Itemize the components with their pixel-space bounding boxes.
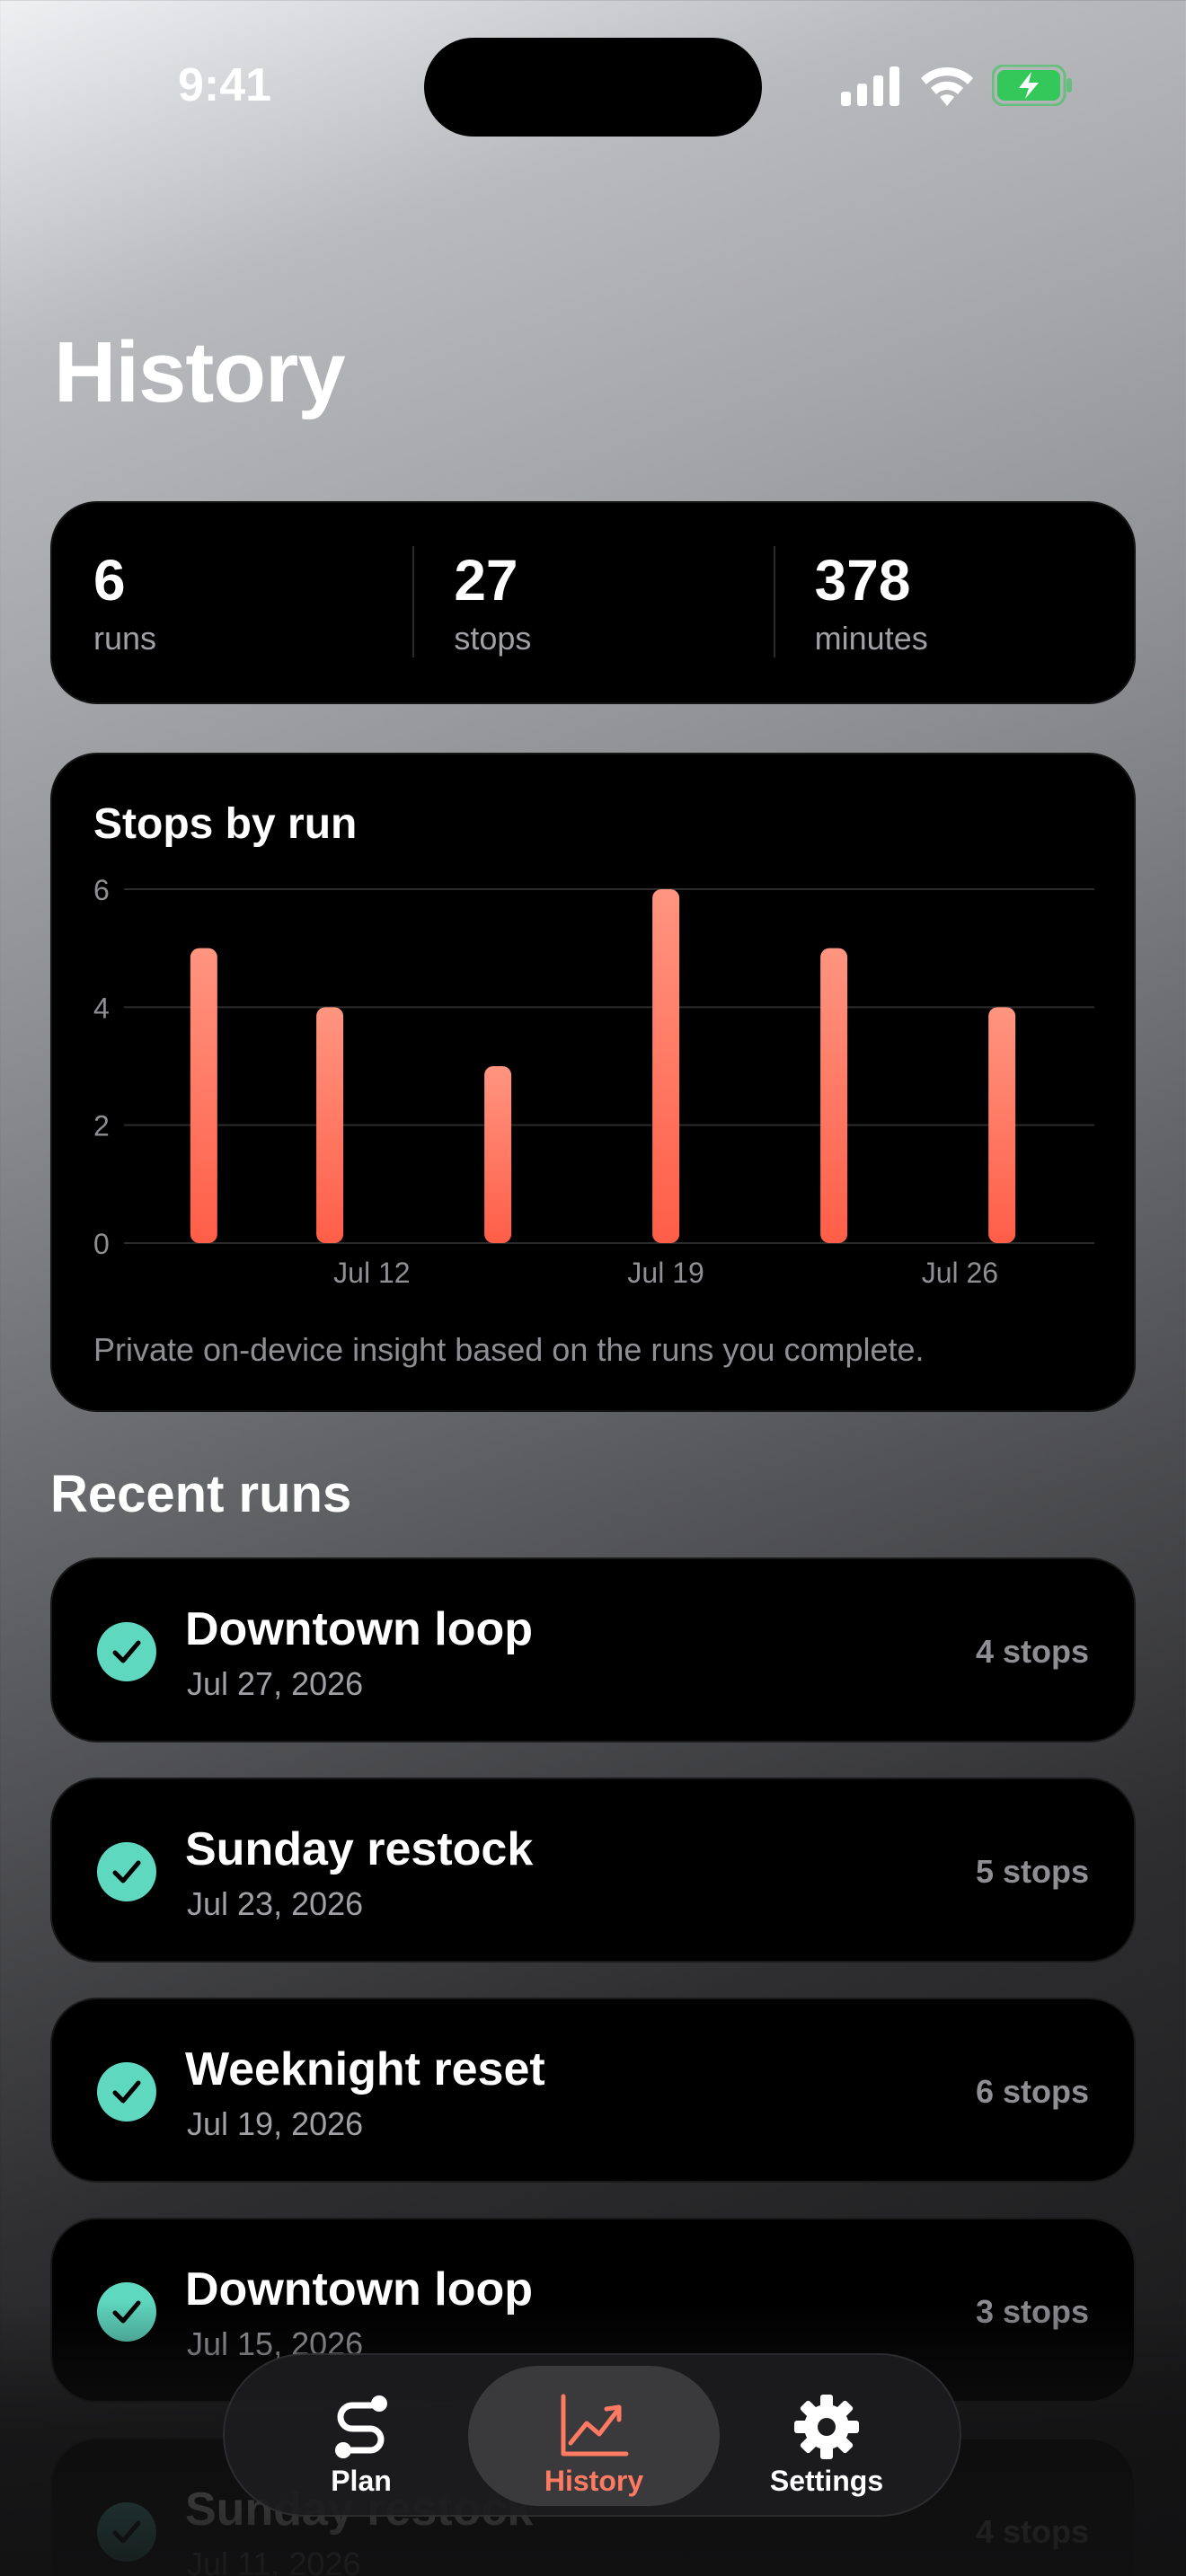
- summary-stops: 27 stops: [412, 503, 773, 702]
- summary-runs: 6 runs: [52, 503, 412, 702]
- battery-charging-icon: [992, 65, 1072, 106]
- gear-icon: [794, 2395, 859, 2459]
- y-tick-label: 0: [93, 1228, 110, 1260]
- run-title: Weeknight reset: [185, 2043, 545, 2095]
- y-tick-label: 6: [93, 874, 110, 906]
- dynamic-island: [424, 38, 762, 137]
- chart-line-icon: [561, 2394, 629, 2457]
- runs-label: runs: [93, 620, 157, 657]
- minutes-count: 378: [814, 548, 911, 613]
- chart-bar: [652, 889, 680, 1243]
- run-list-item[interactable]: Weeknight reset Jul 19, 2026 6 stops: [50, 1998, 1136, 2183]
- chart-bar: [820, 948, 848, 1243]
- run-stops: 3 stops: [975, 2293, 1089, 2330]
- run-stops: 4 stops: [975, 1633, 1089, 1670]
- stops-bar-chart: 0 2 4 6 Jul 12 Jul 19 Jul 26: [93, 874, 1094, 1289]
- run-date: Jul 27, 2026: [187, 1665, 364, 1702]
- checkmark-circle-icon: [97, 2502, 156, 2562]
- run-date: Jul 19, 2026: [187, 2105, 364, 2142]
- y-tick-label: 2: [93, 1110, 110, 1142]
- stops-chart-card: Stops by run 0 2 4 6 Jul 12 Jul 19 Jul 26 Priv…: [50, 753, 1136, 1412]
- tab-plan-label: Plan: [331, 2465, 392, 2497]
- chart-bar: [484, 1066, 512, 1243]
- y-tick-label: 4: [93, 992, 110, 1024]
- summary-card: 6 runs 27 stops 378 minutes: [50, 501, 1136, 704]
- chart-bar: [316, 1007, 344, 1243]
- summary-minutes: 378 minutes: [773, 503, 1134, 702]
- run-stops: 5 stops: [975, 1853, 1089, 1890]
- x-tick-label: Jul 19: [627, 1257, 704, 1289]
- checkmark-circle-icon: [97, 2282, 156, 2342]
- cellular-signal-icon: [841, 66, 899, 106]
- stops-label: stops: [454, 620, 532, 657]
- tab-history-label: History: [544, 2465, 644, 2497]
- stops-count: 27: [454, 548, 518, 613]
- page-title: History: [54, 324, 346, 420]
- run-date: Jul 23, 2026: [187, 1885, 364, 1922]
- run-title: Downtown loop: [185, 2263, 534, 2316]
- wifi-icon: [921, 66, 973, 106]
- run-title: Sunday restock: [185, 1823, 534, 1875]
- run-date: Jul 11, 2026: [187, 2545, 361, 2576]
- tab-bar: Plan History Settings: [223, 2353, 961, 2517]
- runs-count: 6: [93, 548, 126, 613]
- run-title: Downtown loop: [185, 1603, 534, 1655]
- minutes-label: minutes: [814, 620, 928, 657]
- route-icon: [335, 2395, 387, 2458]
- tab-settings[interactable]: Settings: [701, 2366, 952, 2506]
- run-list-item[interactable]: Sunday restock Jul 23, 2026 5 stops: [50, 1778, 1136, 1963]
- checkmark-circle-icon: [97, 2062, 156, 2122]
- run-stops: 4 stops: [975, 2513, 1089, 2550]
- chart-bar: [190, 948, 217, 1243]
- chart-bar: [988, 1007, 1016, 1243]
- checkmark-circle-icon: [97, 1622, 156, 1681]
- status-time: 9:41: [177, 59, 272, 111]
- x-tick-label: Jul 12: [333, 1257, 410, 1289]
- run-list-item[interactable]: Downtown loop Jul 27, 2026 4 stops: [50, 1557, 1136, 1742]
- tab-history[interactable]: History: [468, 2366, 720, 2506]
- recent-runs-title: Recent runs: [50, 1465, 352, 1523]
- tab-plan[interactable]: Plan: [235, 2366, 487, 2506]
- chart-footnote: Private on-device insight based on the r…: [93, 1331, 925, 1368]
- run-stops: 6 stops: [975, 2073, 1089, 2110]
- tab-settings-label: Settings: [769, 2465, 884, 2497]
- x-tick-label: Jul 26: [922, 1257, 998, 1289]
- checkmark-circle-icon: [97, 1842, 156, 1901]
